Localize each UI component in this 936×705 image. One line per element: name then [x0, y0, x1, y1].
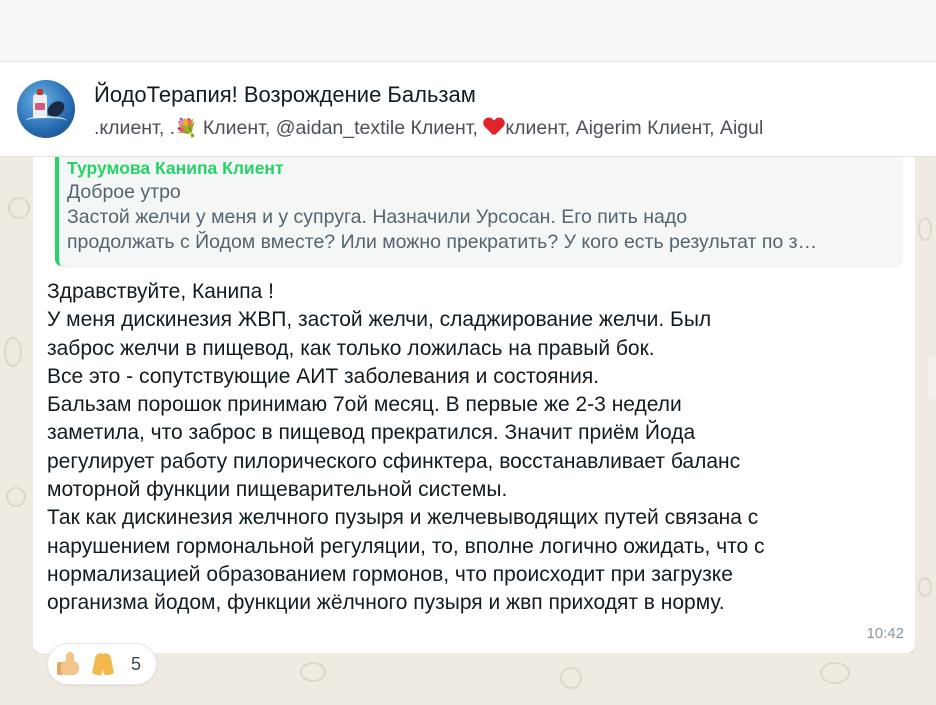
- quote-line: продолжать с Йодом вместе? Или можно пре…: [67, 231, 818, 253]
- reaction-count: 5: [131, 654, 142, 674]
- chat-title[interactable]: ЙодоТерапия! Возрождение Бальзам: [94, 82, 476, 108]
- folded-hands-icon: [91, 651, 115, 677]
- scroll-indicator[interactable]: [928, 357, 936, 399]
- red-heart-icon: [484, 118, 504, 136]
- message-bubble[interactable]: Турумова Канипа Клиент Доброе утро Засто…: [33, 157, 915, 653]
- group-avatar[interactable]: [17, 80, 75, 138]
- chat-header[interactable]: ЙодоТерапия! Возрождение Бальзам .клиент…: [0, 62, 936, 157]
- quoted-message[interactable]: Турумова Канипа Клиент Доброе утро Засто…: [55, 157, 902, 266]
- quote-line: Доброе утро: [67, 181, 181, 203]
- bottle-icon: [33, 89, 47, 118]
- quote-author: Турумова Канипа Клиент: [67, 158, 284, 178]
- chat-participants[interactable]: .клиент, .💐 Клиент, @aidan_textile Клиен…: [94, 117, 763, 140]
- window-top-bar: [0, 0, 936, 62]
- chat-area[interactable]: Турумова Канипа Клиент Доброе утро Засто…: [0, 157, 936, 705]
- message-timestamp: 10:42: [866, 625, 904, 642]
- bouquet-emoji: 💐: [175, 118, 198, 138]
- thumbs-up-icon: [57, 652, 81, 676]
- message-text: Здравствуйте, Канипа ! У меня дискинезия…: [47, 280, 765, 615]
- reactions-pill[interactable]: 5: [47, 643, 157, 685]
- quote-line: Застой желчи у меня и у супруга. Назначи…: [67, 206, 688, 228]
